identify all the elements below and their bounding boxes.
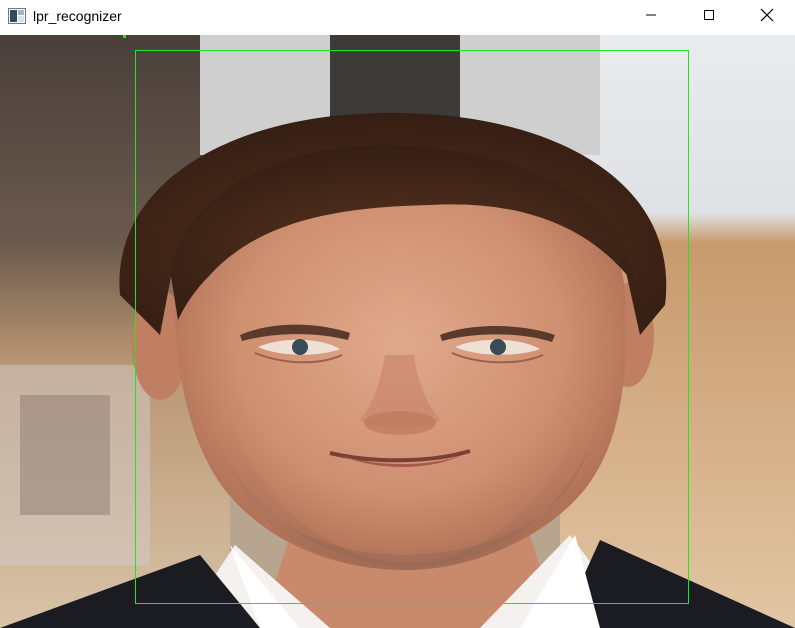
title-bar[interactable]: lpr_recognizer bbox=[0, 0, 795, 34]
face-detection-box bbox=[135, 50, 689, 604]
maximize-button[interactable] bbox=[680, 0, 738, 34]
detection-marker bbox=[123, 35, 126, 38]
close-icon bbox=[760, 8, 774, 27]
maximize-icon bbox=[703, 8, 715, 26]
close-button[interactable] bbox=[738, 0, 795, 34]
app-window-icon bbox=[8, 8, 26, 24]
minimize-button[interactable] bbox=[622, 0, 680, 34]
image-viewport bbox=[0, 35, 795, 628]
window-title: lpr_recognizer bbox=[33, 8, 122, 24]
minimize-icon bbox=[645, 8, 657, 26]
